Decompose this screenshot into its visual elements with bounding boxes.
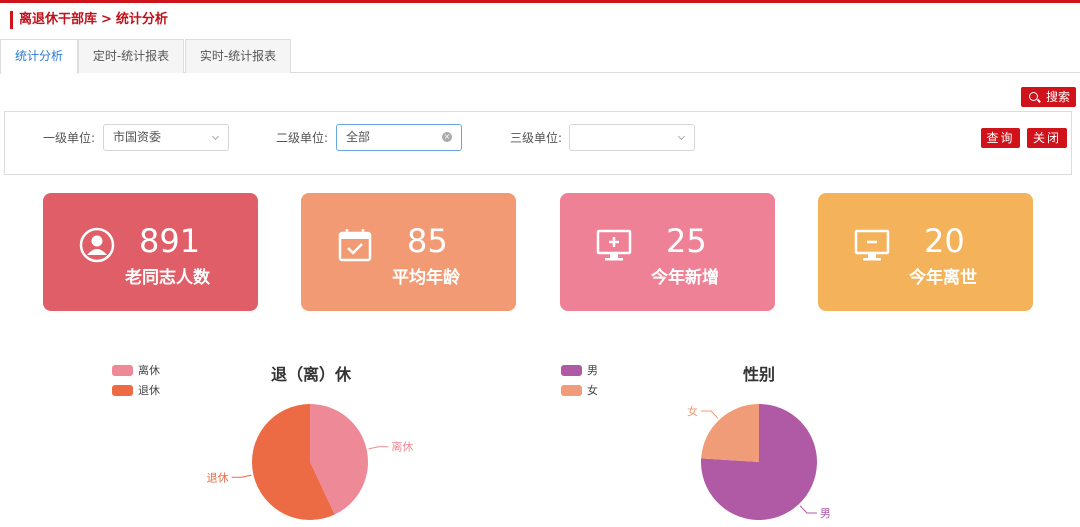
level1-label: 一级单位: — [43, 131, 96, 145]
breadcrumb-current: 统计分析 — [115, 12, 168, 27]
tab-realtime-report[interactable]: 实时-统计报表 — [185, 39, 291, 73]
stat-value: 20 — [924, 222, 965, 260]
pie-slice-label: 女 — [687, 404, 698, 418]
pie-slice-1[interactable] — [701, 404, 759, 462]
close-button[interactable]: 关闭 — [1027, 128, 1067, 148]
legend-label: 男 — [587, 364, 598, 377]
level2-label: 二级单位: — [276, 131, 329, 145]
tab-statistics[interactable]: 统计分析 — [0, 39, 78, 74]
legend-swatch — [561, 385, 582, 396]
pie-slice-label: 男 — [820, 507, 831, 520]
level1-select[interactable]: 市国资委 — [103, 124, 229, 151]
level1-value: 市国资委 — [113, 130, 162, 144]
legend-item[interactable]: 女 — [561, 384, 621, 398]
monitor-minus-icon — [854, 229, 890, 261]
legend-label: 女 — [587, 384, 598, 397]
user-avatar-icon — [79, 227, 115, 263]
pie-chart-retirement: 离休退休 — [207, 404, 413, 520]
stat-value: 85 — [407, 222, 448, 260]
stat-card-new-this-year: 25 今年新增 — [560, 193, 775, 311]
top-accent-line — [0, 0, 1080, 3]
chevron-down-icon — [677, 132, 686, 141]
chart-title: 退（离）休 — [271, 365, 352, 384]
stat-card-deceased-this-year: 20 今年离世 — [818, 193, 1033, 311]
legend-swatch — [112, 385, 133, 396]
stat-label: 今年新增 — [651, 268, 719, 288]
breadcrumb-parent[interactable]: 离退休干部库 — [19, 12, 97, 27]
tab-bar: 统计分析 定时-统计报表 实时-统计报表 — [0, 39, 1080, 74]
level2-select[interactable]: 全部 × — [336, 124, 462, 151]
pie-slice-label: 离休 — [391, 440, 413, 454]
calendar-icon — [338, 229, 372, 262]
legend-swatch — [112, 365, 133, 376]
pie-label-leader — [231, 474, 252, 478]
legend-label: 离休 — [138, 364, 160, 377]
search-icon — [1029, 92, 1038, 101]
level2-value: 全部 — [346, 130, 371, 144]
legend-item[interactable]: 男 — [561, 364, 621, 378]
stat-value: 25 — [666, 222, 707, 260]
tab-scheduled-report[interactable]: 定时-统计报表 — [78, 39, 184, 73]
monitor-plus-icon — [596, 229, 632, 261]
query-button[interactable]: 查询 — [981, 128, 1020, 148]
pie-label-leader — [368, 446, 389, 450]
pie-label-leader — [799, 505, 817, 514]
search-button-label: 搜索 — [1045, 90, 1070, 104]
pie-slice-label: 退休 — [207, 471, 229, 484]
pie-label-leader — [701, 410, 719, 419]
level3-label: 三级单位: — [510, 131, 563, 145]
chart-title: 性别 — [743, 365, 776, 384]
clear-icon[interactable]: × — [442, 132, 452, 142]
stat-label: 平均年龄 — [392, 268, 460, 288]
stat-label: 今年离世 — [909, 268, 977, 288]
chevron-down-icon — [211, 132, 220, 141]
breadcrumb-separator: > — [101, 12, 112, 27]
pie-chart-gender: 男女 — [687, 404, 831, 520]
legend-item[interactable]: 退休 — [112, 384, 172, 398]
stat-label: 老同志人数 — [125, 268, 210, 288]
stat-value: 891 — [139, 222, 201, 260]
filter-panel: 一级单位: 市国资委 二级单位: 全部 × 三级单位: 查询 关闭 — [4, 111, 1072, 175]
legend-label: 退休 — [138, 384, 160, 397]
breadcrumb: 离退休干部库 > 统计分析 — [10, 11, 168, 29]
stat-card-average-age: 85 平均年龄 — [301, 193, 516, 311]
stat-card-total: 891 老同志人数 — [43, 193, 258, 311]
search-button[interactable]: 搜索 — [1021, 87, 1076, 107]
level3-select[interactable] — [569, 124, 695, 151]
legend-swatch — [561, 365, 582, 376]
legend-item[interactable]: 离休 — [112, 364, 172, 378]
